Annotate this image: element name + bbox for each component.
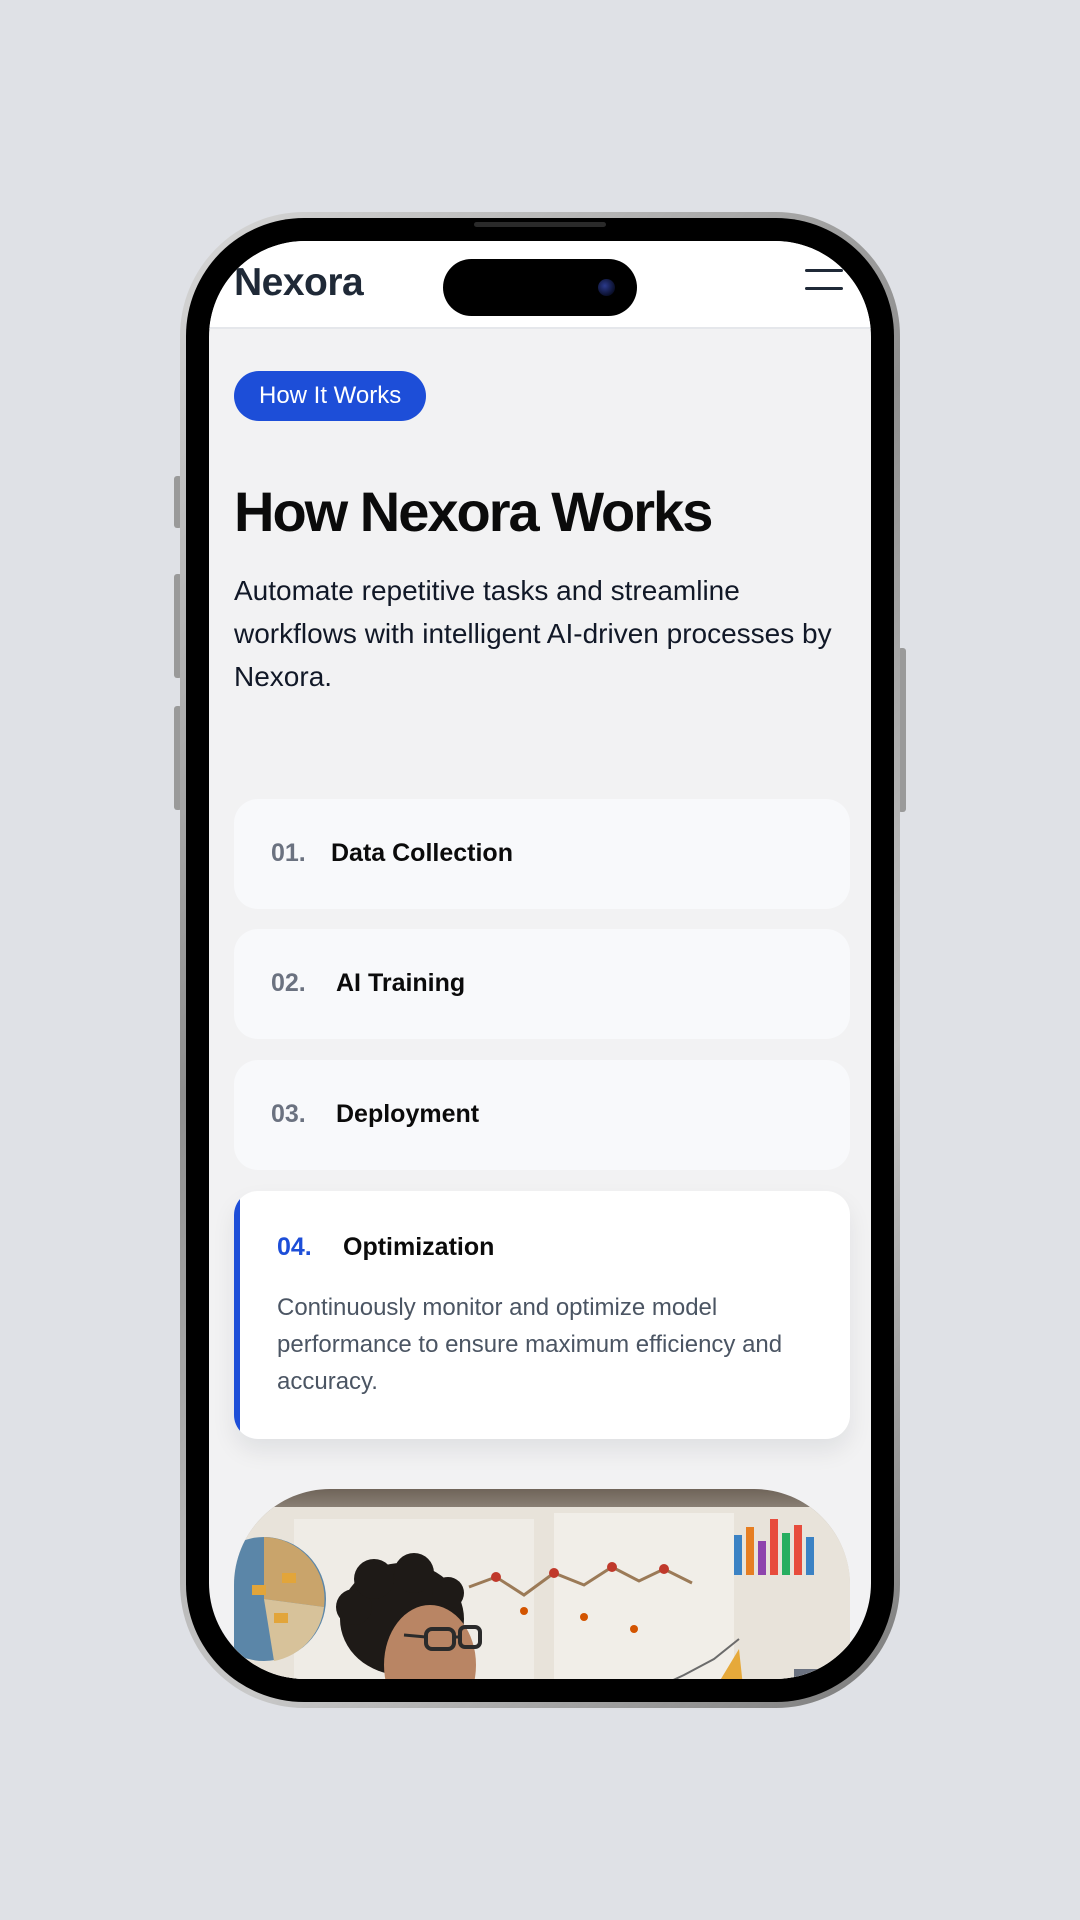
active-indicator-bar: [234, 1191, 240, 1439]
step-title: Data Collection: [331, 839, 513, 867]
page-subtitle: Automate repetitive tasks and streamline…: [234, 575, 832, 692]
front-camera-icon: [598, 279, 615, 296]
brand-logo[interactable]: Nexora: [234, 261, 364, 305]
section-badge: How It Works: [234, 371, 427, 421]
step-number: 02.: [271, 969, 306, 997]
earpiece-speaker: [474, 222, 606, 227]
step-title: Optimization: [343, 1233, 495, 1261]
phone-screen: Nexora How It Works How Nexora Works Aut…: [209, 241, 871, 1679]
menu-line: [805, 287, 843, 290]
page-title: How Nexora Works: [234, 480, 713, 543]
step-description: Continuously monitor and optimize model …: [277, 1294, 783, 1395]
step-title: AI Training: [336, 969, 466, 997]
step-number: 03.: [271, 1100, 306, 1128]
dynamic-island: [443, 259, 637, 316]
step-item-optimization[interactable]: 04. Optimization Continuously monitor an…: [234, 1191, 850, 1439]
hamburger-icon[interactable]: [805, 267, 845, 293]
mockup-stage: Nexora How It Works How Nexora Works Aut…: [0, 0, 1080, 1920]
step-item-ai-training[interactable]: 02. AI Training: [234, 929, 850, 1039]
team-photo: [234, 1489, 850, 1679]
step-title: Deployment: [336, 1100, 480, 1128]
step-number: 04.: [277, 1233, 312, 1261]
menu-line: [805, 269, 843, 272]
step-number: 01.: [271, 839, 306, 867]
photo-illustration: [234, 1507, 850, 1679]
step-item-deployment[interactable]: 03. Deployment: [234, 1060, 850, 1170]
step-item-data-collection[interactable]: 01. Data Collection: [234, 799, 850, 909]
